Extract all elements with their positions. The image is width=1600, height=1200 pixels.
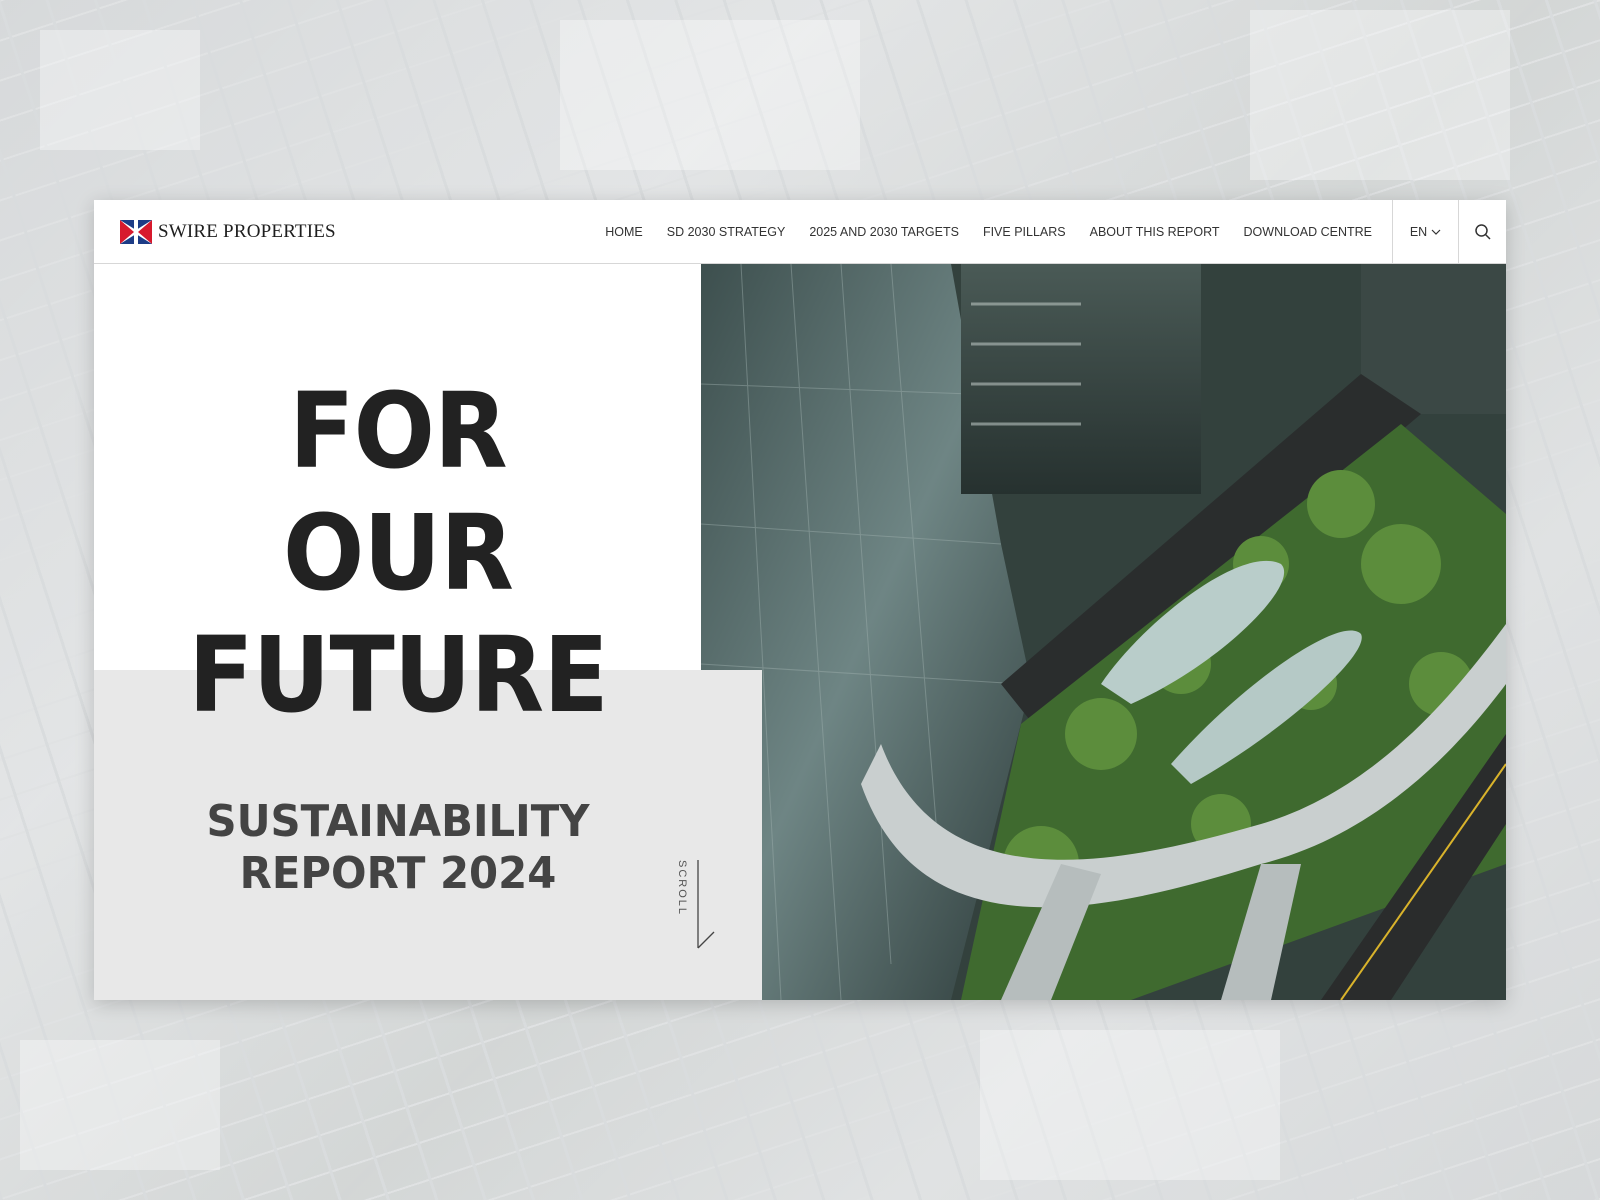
- language-selector[interactable]: EN: [1392, 200, 1458, 264]
- chevron-down-icon: [1431, 229, 1441, 235]
- aerial-city-photo: [701, 264, 1506, 1000]
- site-header: SWIRE PROPERTIES HOME SD 2030 STRATEGY 2…: [94, 200, 1506, 264]
- headline-line: FOR: [289, 370, 508, 492]
- main-nav: HOME SD 2030 STRATEGY 2025 AND 2030 TARG…: [593, 200, 1384, 264]
- scroll-indicator[interactable]: SCROLL: [676, 860, 726, 952]
- search-icon: [1474, 223, 1491, 240]
- scroll-label: SCROLL: [676, 860, 688, 917]
- hero-photo: [701, 264, 1506, 1000]
- headline-line: OUR: [283, 492, 514, 614]
- nav-sd-2030-strategy[interactable]: SD 2030 STRATEGY: [667, 225, 786, 239]
- logo-text: SWIRE PROPERTIES: [158, 220, 336, 242]
- nav-home[interactable]: HOME: [605, 225, 643, 239]
- logo[interactable]: SWIRE PROPERTIES: [120, 219, 336, 244]
- language-label: EN: [1409, 224, 1428, 239]
- search-button[interactable]: [1458, 200, 1506, 264]
- nav-five-pillars[interactable]: FIVE PILLARS: [983, 225, 1066, 239]
- nav-about-report[interactable]: ABOUT THIS REPORT: [1090, 225, 1220, 239]
- nav-download-centre[interactable]: DOWNLOAD CENTRE: [1244, 225, 1372, 239]
- arrow-down-icon: [697, 860, 715, 949]
- report-title: SUSTAINABILITY REPORT 2024: [109, 796, 687, 900]
- headline-line: FUTURE: [188, 614, 608, 736]
- hero-card: SWIRE PROPERTIES HOME SD 2030 STRATEGY 2…: [94, 200, 1506, 1000]
- hero-headline: FOR OUR FUTURE: [118, 370, 677, 736]
- report-title-line: REPORT 2024: [239, 848, 557, 899]
- swire-flag-logo-icon: [120, 219, 152, 244]
- report-title-line: SUSTAINABILITY: [206, 796, 590, 847]
- nav-targets[interactable]: 2025 AND 2030 TARGETS: [809, 225, 959, 239]
